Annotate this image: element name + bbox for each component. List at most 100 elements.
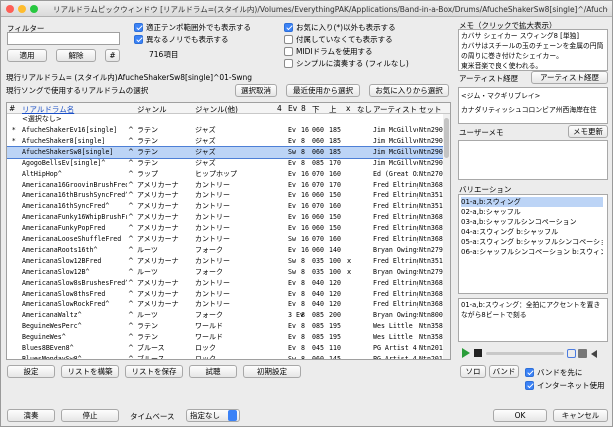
- option-different-feel[interactable]: 異なるノリでも表示する: [134, 34, 229, 45]
- checkbox-icon[interactable]: [525, 368, 534, 377]
- option-out-of-tempo[interactable]: 適正テンポ範囲外でも表示する: [134, 22, 251, 33]
- variation-item[interactable]: 04-a:スウィング b:シャッフル: [461, 227, 603, 237]
- stop-icon[interactable]: [474, 349, 482, 357]
- table-row[interactable]: Americana16thSyncFred^ ^ アメリカーナ カントリー Ev 16 07…: [7, 201, 450, 212]
- defaults-button[interactable]: 初期設定: [243, 365, 301, 378]
- table-row[interactable]: AmericanaSlow12B^ ^ ルーツ フォーク Sw 8 035 100 x Bryan…: [7, 267, 450, 278]
- variation-item[interactable]: 02-a,b:シャッフル: [461, 207, 603, 217]
- option-not-included[interactable]: 付属していなくても表示する: [284, 34, 393, 45]
- checkbox-icon[interactable]: [284, 35, 293, 44]
- col-ev[interactable]: Ev: [288, 104, 297, 113]
- audition-button[interactable]: 試聴: [189, 365, 237, 378]
- table-row[interactable]: * AfucheShakerEv16[single] ^ ラテン ジャズ Ev 16 060 1…: [7, 125, 450, 136]
- checkbox-icon[interactable]: [134, 23, 143, 32]
- loop-icon[interactable]: [567, 349, 576, 358]
- item-count: 716項目: [149, 50, 179, 59]
- table-row[interactable]: AltHipHop^ ^ ラップ ヒップホップ Ev 16 070 160 Ed (Great …: [7, 169, 450, 180]
- option-non-favorites[interactable]: お気に入り(*)以外も表示する: [284, 22, 396, 33]
- cell-hi: 120: [329, 278, 341, 287]
- timebase-select[interactable]: 指定なし: [186, 409, 240, 422]
- user-memo-input[interactable]: [458, 140, 608, 180]
- checkbox-icon[interactable]: [525, 381, 534, 390]
- filter-input[interactable]: [7, 32, 120, 45]
- table-row[interactable]: AmericanaWaltz^ ^ ルーツ フォーク 3 Ev 8 085 200 Bryan …: [7, 310, 450, 321]
- variation-item[interactable]: 06-a:シャッフルシンコペーション b:スウィング: [461, 247, 603, 257]
- band-button[interactable]: バンド: [489, 365, 519, 378]
- cancel-button[interactable]: キャンセル: [553, 409, 608, 422]
- table-row[interactable]: AmericanaLooseShuffleFred ^ アメリカーナ カントリー Sw 1…: [7, 234, 450, 245]
- cell-g2: ヒップホップ: [195, 169, 237, 178]
- memo-text[interactable]: カバサ シェイカー スウィング8 [単独] カバサはスチールの玉のチェーンを金属…: [458, 29, 608, 71]
- save-audio-icon[interactable]: [578, 349, 587, 358]
- favorite-select-button[interactable]: お気に入りから選択: [369, 84, 449, 97]
- col-num[interactable]: #: [9, 104, 15, 113]
- table-row[interactable]: AgogoBellsEv[single]^ ^ ラテン ジャズ Ev 8 085 170 Jim…: [7, 158, 450, 169]
- ok-button[interactable]: OK: [493, 409, 547, 422]
- play-button[interactable]: 演奏: [7, 409, 55, 422]
- minimize-icon[interactable]: [18, 5, 26, 13]
- col-tsig[interactable]: 4: [277, 104, 282, 113]
- table-row[interactable]: AmericanaRoots16th^ ^ ルーツ フォーク Ev 16 060 140 Bry…: [7, 245, 450, 256]
- settings-button[interactable]: 設定: [7, 365, 55, 378]
- stop-button[interactable]: 停止: [61, 409, 119, 422]
- cell-name: Americana16thSyncFred^: [22, 202, 110, 211]
- cell-lo: 070: [312, 202, 324, 211]
- scrollbar-thumb[interactable]: [444, 118, 449, 158]
- variation-item[interactable]: 03-a,b:シャッフルシンコペーション: [461, 217, 603, 227]
- zoom-icon[interactable]: [30, 5, 38, 13]
- apply-button[interactable]: 適用: [7, 49, 47, 62]
- variation-item[interactable]: 05-a:スウィング b:シャッフルシンコペーション: [461, 237, 603, 247]
- save-list-button[interactable]: リストを保存: [125, 365, 183, 378]
- list-scrollbar[interactable]: [443, 114, 450, 359]
- variations-list[interactable]: 01-a,b:スウィング 02-a,b:シャッフル 03-a,b:シャッフルシンコペ…: [458, 194, 608, 294]
- cell-lo: 085: [312, 333, 324, 342]
- hash-button[interactable]: #: [105, 49, 120, 62]
- table-row[interactable]: AmericanaSlowRockFred^ ^ アメリカーナ カントリー Ev 8 040…: [7, 299, 450, 310]
- volume-icon[interactable]: [591, 350, 597, 358]
- artist-bio-label: アーティスト経歴: [459, 74, 519, 83]
- close-icon[interactable]: [6, 5, 14, 13]
- band-first-option[interactable]: バンドを先に: [525, 367, 582, 378]
- table-row[interactable]: AmericanaFunkyPopFred ^ アメリカーナ カントリー Ev 16 060…: [7, 223, 450, 234]
- table-row[interactable]: Americana16thBrushSyncFred^ ^ アメリカーナ カントリー E…: [7, 190, 450, 201]
- table-row[interactable]: Americana16GroovinBrushFred^ ^ アメリカーナ カントリー…: [7, 180, 450, 191]
- recent-select-button[interactable]: 最近使用から選択: [286, 84, 360, 97]
- table-row[interactable]: AmericanaSlow8thsFred ^ アメリカーナ カントリー Ev 8 040 1…: [7, 289, 450, 300]
- checkbox-icon[interactable]: [284, 23, 293, 32]
- internet-option[interactable]: インターネット使用: [525, 380, 605, 391]
- cell-name: Americana16thBrushSyncFred^: [22, 191, 127, 200]
- drum-list[interactable]: # リアルドラム名 ジャンル ジャンル(他) 4 Ev 8 下 上 x なし ア…: [6, 102, 451, 360]
- table-row[interactable]: BluesMondaySw8^ ^ ブルース ロック Sw 8 060 145 PG Artis…: [7, 354, 450, 359]
- table-row[interactable]: AmericanaSlow12BFred ^ アメリカーナ カントリー Sw 8 035 10…: [7, 256, 450, 267]
- list-item-none[interactable]: <選択なし>: [7, 114, 450, 125]
- table-row[interactable]: Blues8BEven8^ ^ ブルース ロック Ev 8 045 110 PG Artist …: [7, 343, 450, 354]
- table-row[interactable]: BeguineWes^ ^ ラテン ワールド Ev 8 085 195 Wes Little Nt…: [7, 332, 450, 343]
- cell-g2: カントリー: [195, 191, 230, 200]
- table-row[interactable]: AfucheShakerSw8[single] ^ ラテン ジャズ Sw 8 060 185 J…: [7, 145, 450, 159]
- build-list-button[interactable]: リストを構築: [61, 365, 119, 378]
- option-simple-play[interactable]: シンプルに演奏する (フィルなし): [284, 58, 409, 69]
- table-row[interactable]: BeguineWesPerc^ ^ ラテン ワールド Ev 8 085 195 Wes Litt…: [7, 321, 450, 332]
- progress-track[interactable]: [486, 352, 564, 355]
- checkbox-icon[interactable]: [284, 59, 293, 68]
- cancel-selection-button[interactable]: 選択取消: [235, 84, 277, 97]
- cell-lo: 085: [312, 322, 324, 331]
- cell-lo: 040: [312, 278, 324, 287]
- cell-t: 16: [301, 202, 309, 211]
- checkbox-icon[interactable]: [134, 35, 143, 44]
- solo-button[interactable]: ソロ: [460, 365, 486, 378]
- option-midi-drums[interactable]: MIDIドラムを使用する: [284, 46, 372, 57]
- artist-bio-button[interactable]: アーティスト経歴: [531, 71, 608, 84]
- table-row[interactable]: * AfucheShaker8[single] ^ ラテン ジャズ Ev 8 060 185 Ji…: [7, 136, 450, 147]
- col-x[interactable]: x: [346, 104, 350, 113]
- checkbox-icon[interactable]: [284, 47, 293, 56]
- clear-button[interactable]: 解除: [56, 49, 96, 62]
- artist-bio-text[interactable]: <ジム・マクギリブレイ> カナダリティッシュコロンビア州西海岸在住: [458, 87, 608, 124]
- table-row[interactable]: AmericanaFunky16WhipBrushFred ^ アメリカーナ カントリ…: [7, 212, 450, 223]
- col-tempo[interactable]: 8: [301, 104, 306, 113]
- variation-item[interactable]: 01-a,b:スウィング: [461, 197, 603, 207]
- update-memo-button[interactable]: メモ更新: [568, 125, 608, 138]
- table-row[interactable]: AmericanaSlow8sBrushesFred^ ^ アメリカーナ カントリー E…: [7, 278, 450, 289]
- play-icon[interactable]: [462, 348, 470, 358]
- cell-caret: ^: [128, 169, 134, 178]
